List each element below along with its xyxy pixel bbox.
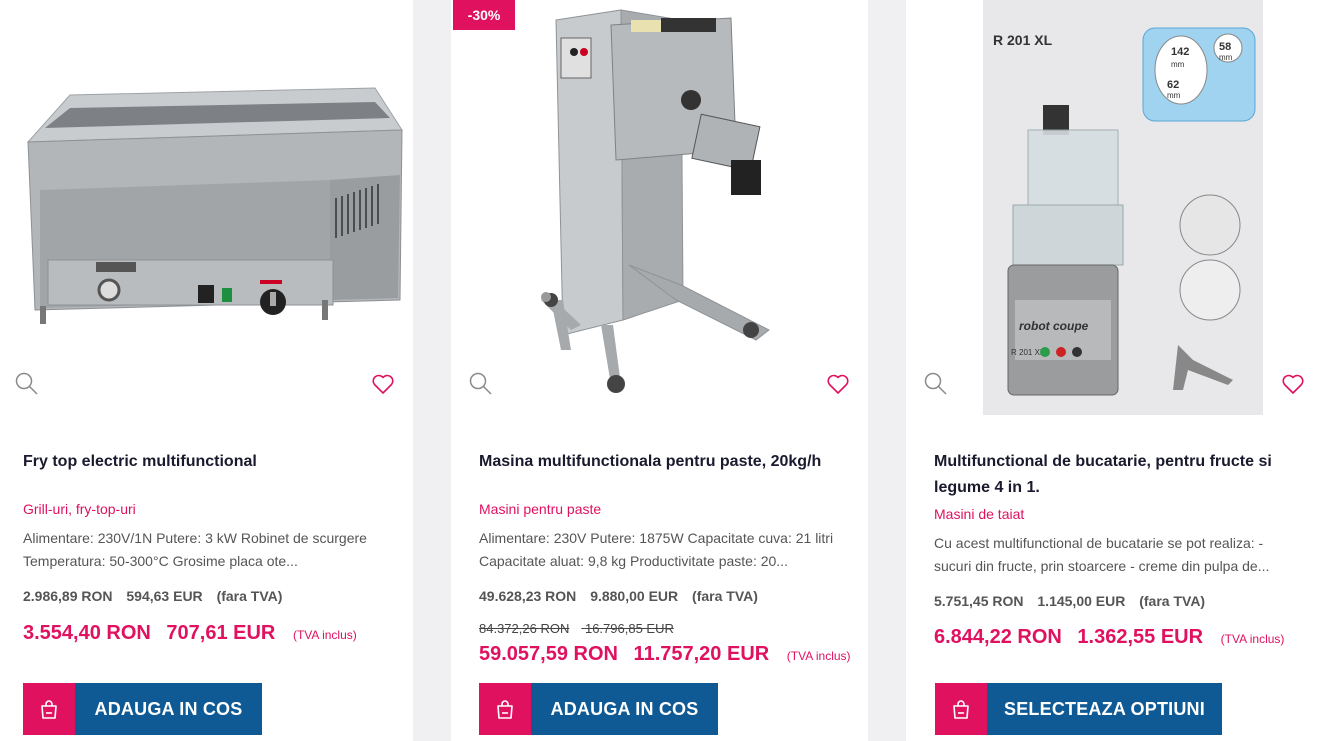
product-card: R 201 XL 142 mm 58 mm 62 mm robot coupe … — [906, 0, 1318, 741]
food-processor-image[interactable]: R 201 XL 142 mm 58 mm 62 mm robot coupe … — [983, 0, 1263, 415]
price-gross: 6.844,22 RON 1.362,55 EUR (TVA inclus) — [934, 626, 1294, 649]
price-net-eur: 1.145,00 EUR — [1037, 593, 1126, 609]
product-description: Alimentare: 230V Putere: 1875W Capacitat… — [479, 530, 834, 569]
food-processor-image: R 201 XL 142 mm 58 mm 62 mm robot coupe … — [993, 27, 1256, 396]
shopping-bag-icon[interactable] — [935, 683, 987, 735]
price-net-ron: 2.986,89 RON — [23, 588, 113, 604]
shopping-bag-icon[interactable] — [479, 683, 531, 735]
price-net: 5.751,45 RON 1.145,00 EUR (fara TVA) — [934, 593, 1215, 609]
price-net-ron: 5.751,45 RON — [934, 593, 1024, 609]
svg-text:62: 62 — [1167, 79, 1179, 91]
svg-text:mm: mm — [1171, 60, 1185, 69]
fry-top-image[interactable] — [0, 0, 413, 415]
price-old-eur: 16.796,85 EUR — [584, 621, 674, 636]
add-to-cart-button[interactable]: ADAUGA IN COS — [23, 683, 262, 735]
price-gross: 3.554,40 RON 707,61 EUR (TVA inclus) — [23, 622, 367, 645]
product-category[interactable]: Masini pentru paste — [479, 501, 601, 517]
product-description: Cu acest multifunctional de bucatarie se… — [934, 535, 1270, 574]
svg-text:mm: mm — [1167, 91, 1181, 100]
svg-text:mm: mm — [1219, 53, 1233, 62]
heart-icon[interactable] — [1281, 372, 1305, 396]
price-net: 2.986,89 RON 594,63 EUR (fara TVA) — [23, 588, 292, 604]
add-to-cart-label[interactable]: ADAUGA IN COS — [531, 683, 718, 735]
heart-icon[interactable] — [371, 372, 395, 396]
fry-top-image — [26, 87, 403, 324]
gross-note: (TVA inclus) — [786, 649, 851, 663]
price-old: 84.372,26 RON 16.796,85 EUR — [479, 621, 686, 636]
svg-text:58: 58 — [1219, 41, 1231, 53]
price-gross-ron: 59.057,59 RON — [479, 643, 618, 665]
add-to-cart-button[interactable]: ADAUGA IN COS — [479, 683, 718, 735]
pasta-machine-image — [541, 9, 770, 393]
price-net-eur: 9.880,00 EUR — [590, 588, 679, 604]
search-icon[interactable] — [14, 371, 40, 397]
product-title[interactable]: Fry top electric multifunctional — [23, 449, 393, 475]
price-old-ron: 84.372,26 RON — [479, 621, 570, 636]
product-title[interactable]: Multifunctional de bucatarie, pentru fru… — [934, 449, 1294, 501]
search-icon[interactable] — [923, 371, 949, 397]
image-brand-label: robot coupe — [1019, 319, 1089, 333]
price-gross-ron: 3.554,40 RON — [23, 622, 151, 644]
product-description: Alimentare: 230V/1N Putere: 3 kW Robinet… — [23, 530, 367, 569]
add-to-cart-label[interactable]: ADAUGA IN COS — [75, 683, 262, 735]
product-grid: Fry top electric multifunctional Grill-u… — [0, 0, 1318, 741]
gross-note: (TVA inclus) — [292, 628, 357, 642]
price-gross-eur: 11.757,20 EUR — [633, 643, 770, 665]
heart-icon[interactable] — [826, 372, 850, 396]
price-net-ron: 49.628,23 RON — [479, 588, 577, 604]
product-category[interactable]: Grill-uri, fry-top-uri — [23, 501, 136, 517]
price-gross-eur: 1.362,55 EUR — [1077, 626, 1204, 648]
discount-badge: -30% — [453, 0, 515, 30]
image-model-label: R 201 XL — [993, 32, 1053, 48]
net-note: (fara TVA) — [216, 588, 283, 604]
search-icon[interactable] — [468, 371, 494, 397]
price-gross: 59.057,59 RON 11.757,20 EUR (TVA inclus) — [479, 643, 861, 666]
product-card: -30% Masina multifunctionala pentru past… — [451, 0, 868, 741]
price-net: 49.628,23 RON 9.880,00 EUR (fara TVA) — [479, 588, 768, 604]
gross-note: (TVA inclus) — [1220, 632, 1285, 646]
net-note: (fara TVA) — [1139, 593, 1206, 609]
price-gross-eur: 707,61 EUR — [166, 622, 276, 644]
select-options-button[interactable]: SELECTEAZA OPTIUNI — [935, 683, 1222, 735]
pasta-machine-image[interactable]: -30% — [451, 0, 868, 415]
product-title[interactable]: Masina multifunctionala pentru paste, 20… — [479, 449, 849, 475]
shopping-bag-icon[interactable] — [23, 683, 75, 735]
price-gross-ron: 6.844,22 RON — [934, 626, 1062, 648]
product-card: Fry top electric multifunctional Grill-u… — [0, 0, 413, 741]
net-note: (fara TVA) — [692, 588, 758, 604]
price-net-eur: 594,63 EUR — [126, 588, 203, 604]
product-category[interactable]: Masini de taiat — [934, 506, 1024, 522]
svg-text:142: 142 — [1171, 46, 1189, 58]
select-options-label[interactable]: SELECTEAZA OPTIUNI — [987, 683, 1222, 735]
svg-text:R 201 XL: R 201 XL — [1011, 348, 1045, 357]
